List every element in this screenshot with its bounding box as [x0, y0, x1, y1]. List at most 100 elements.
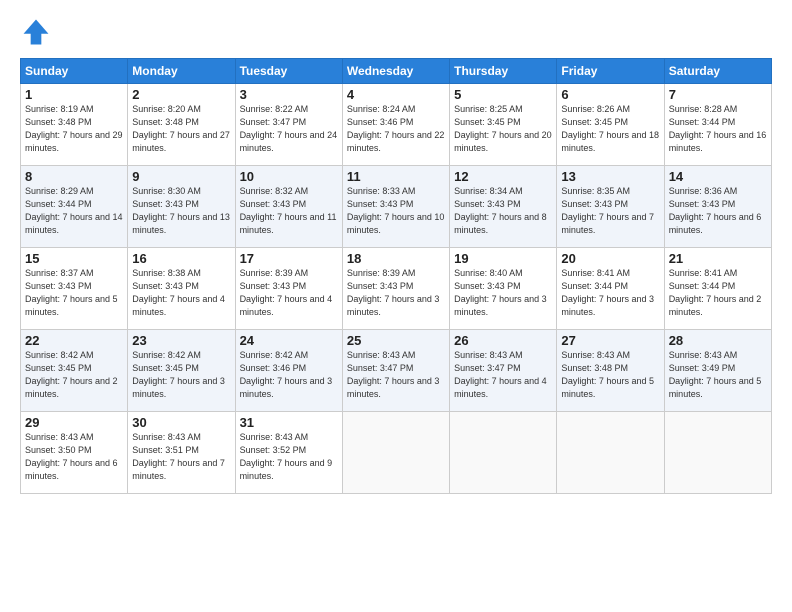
weekday-header: Thursday [450, 59, 557, 84]
weekday-header: Sunday [21, 59, 128, 84]
calendar-cell: 30Sunrise: 8:43 AMSunset: 3:51 PMDayligh… [128, 412, 235, 494]
calendar-cell: 7Sunrise: 8:28 AMSunset: 3:44 PMDaylight… [664, 84, 771, 166]
calendar-cell: 3Sunrise: 8:22 AMSunset: 3:47 PMDaylight… [235, 84, 342, 166]
day-number: 2 [132, 87, 230, 102]
calendar-week-row: 1Sunrise: 8:19 AMSunset: 3:48 PMDaylight… [21, 84, 772, 166]
day-number: 31 [240, 415, 338, 430]
day-number: 21 [669, 251, 767, 266]
day-number: 24 [240, 333, 338, 348]
calendar-cell: 23Sunrise: 8:42 AMSunset: 3:45 PMDayligh… [128, 330, 235, 412]
day-info: Sunrise: 8:41 AMSunset: 3:44 PMDaylight:… [669, 267, 767, 319]
day-number: 9 [132, 169, 230, 184]
day-number: 29 [25, 415, 123, 430]
weekday-header: Friday [557, 59, 664, 84]
calendar-cell [557, 412, 664, 494]
day-number: 23 [132, 333, 230, 348]
day-info: Sunrise: 8:36 AMSunset: 3:43 PMDaylight:… [669, 185, 767, 237]
day-number: 7 [669, 87, 767, 102]
calendar-cell: 20Sunrise: 8:41 AMSunset: 3:44 PMDayligh… [557, 248, 664, 330]
day-info: Sunrise: 8:42 AMSunset: 3:45 PMDaylight:… [132, 349, 230, 401]
calendar-cell: 25Sunrise: 8:43 AMSunset: 3:47 PMDayligh… [342, 330, 449, 412]
day-number: 15 [25, 251, 123, 266]
calendar: SundayMondayTuesdayWednesdayThursdayFrid… [20, 58, 772, 494]
day-info: Sunrise: 8:29 AMSunset: 3:44 PMDaylight:… [25, 185, 123, 237]
day-number: 10 [240, 169, 338, 184]
day-info: Sunrise: 8:22 AMSunset: 3:47 PMDaylight:… [240, 103, 338, 155]
day-number: 25 [347, 333, 445, 348]
calendar-week-row: 22Sunrise: 8:42 AMSunset: 3:45 PMDayligh… [21, 330, 772, 412]
calendar-cell: 17Sunrise: 8:39 AMSunset: 3:43 PMDayligh… [235, 248, 342, 330]
day-info: Sunrise: 8:39 AMSunset: 3:43 PMDaylight:… [347, 267, 445, 319]
calendar-cell: 14Sunrise: 8:36 AMSunset: 3:43 PMDayligh… [664, 166, 771, 248]
calendar-week-row: 15Sunrise: 8:37 AMSunset: 3:43 PMDayligh… [21, 248, 772, 330]
day-number: 4 [347, 87, 445, 102]
day-info: Sunrise: 8:41 AMSunset: 3:44 PMDaylight:… [561, 267, 659, 319]
calendar-week-row: 29Sunrise: 8:43 AMSunset: 3:50 PMDayligh… [21, 412, 772, 494]
day-number: 27 [561, 333, 659, 348]
day-info: Sunrise: 8:20 AMSunset: 3:48 PMDaylight:… [132, 103, 230, 155]
day-info: Sunrise: 8:43 AMSunset: 3:47 PMDaylight:… [454, 349, 552, 401]
calendar-cell: 5Sunrise: 8:25 AMSunset: 3:45 PMDaylight… [450, 84, 557, 166]
day-number: 22 [25, 333, 123, 348]
day-info: Sunrise: 8:39 AMSunset: 3:43 PMDaylight:… [240, 267, 338, 319]
weekday-header: Wednesday [342, 59, 449, 84]
day-number: 30 [132, 415, 230, 430]
day-number: 5 [454, 87, 552, 102]
calendar-cell: 2Sunrise: 8:20 AMSunset: 3:48 PMDaylight… [128, 84, 235, 166]
calendar-cell: 19Sunrise: 8:40 AMSunset: 3:43 PMDayligh… [450, 248, 557, 330]
calendar-cell: 26Sunrise: 8:43 AMSunset: 3:47 PMDayligh… [450, 330, 557, 412]
weekday-header: Tuesday [235, 59, 342, 84]
calendar-cell: 11Sunrise: 8:33 AMSunset: 3:43 PMDayligh… [342, 166, 449, 248]
calendar-cell: 24Sunrise: 8:42 AMSunset: 3:46 PMDayligh… [235, 330, 342, 412]
day-info: Sunrise: 8:43 AMSunset: 3:51 PMDaylight:… [132, 431, 230, 483]
day-info: Sunrise: 8:35 AMSunset: 3:43 PMDaylight:… [561, 185, 659, 237]
calendar-cell: 4Sunrise: 8:24 AMSunset: 3:46 PMDaylight… [342, 84, 449, 166]
day-info: Sunrise: 8:37 AMSunset: 3:43 PMDaylight:… [25, 267, 123, 319]
day-number: 28 [669, 333, 767, 348]
calendar-cell: 31Sunrise: 8:43 AMSunset: 3:52 PMDayligh… [235, 412, 342, 494]
day-info: Sunrise: 8:38 AMSunset: 3:43 PMDaylight:… [132, 267, 230, 319]
calendar-cell [450, 412, 557, 494]
calendar-cell: 22Sunrise: 8:42 AMSunset: 3:45 PMDayligh… [21, 330, 128, 412]
day-info: Sunrise: 8:40 AMSunset: 3:43 PMDaylight:… [454, 267, 552, 319]
day-info: Sunrise: 8:30 AMSunset: 3:43 PMDaylight:… [132, 185, 230, 237]
day-number: 18 [347, 251, 445, 266]
day-info: Sunrise: 8:25 AMSunset: 3:45 PMDaylight:… [454, 103, 552, 155]
weekday-header: Monday [128, 59, 235, 84]
page: SundayMondayTuesdayWednesdayThursdayFrid… [0, 0, 792, 612]
day-number: 13 [561, 169, 659, 184]
day-number: 11 [347, 169, 445, 184]
day-number: 16 [132, 251, 230, 266]
day-info: Sunrise: 8:34 AMSunset: 3:43 PMDaylight:… [454, 185, 552, 237]
calendar-cell: 6Sunrise: 8:26 AMSunset: 3:45 PMDaylight… [557, 84, 664, 166]
day-number: 26 [454, 333, 552, 348]
day-info: Sunrise: 8:43 AMSunset: 3:49 PMDaylight:… [669, 349, 767, 401]
logo [20, 16, 58, 48]
calendar-cell: 21Sunrise: 8:41 AMSunset: 3:44 PMDayligh… [664, 248, 771, 330]
day-info: Sunrise: 8:43 AMSunset: 3:48 PMDaylight:… [561, 349, 659, 401]
day-number: 12 [454, 169, 552, 184]
calendar-cell: 29Sunrise: 8:43 AMSunset: 3:50 PMDayligh… [21, 412, 128, 494]
weekday-header-row: SundayMondayTuesdayWednesdayThursdayFrid… [21, 59, 772, 84]
day-info: Sunrise: 8:24 AMSunset: 3:46 PMDaylight:… [347, 103, 445, 155]
calendar-cell: 18Sunrise: 8:39 AMSunset: 3:43 PMDayligh… [342, 248, 449, 330]
day-info: Sunrise: 8:32 AMSunset: 3:43 PMDaylight:… [240, 185, 338, 237]
calendar-week-row: 8Sunrise: 8:29 AMSunset: 3:44 PMDaylight… [21, 166, 772, 248]
calendar-cell: 10Sunrise: 8:32 AMSunset: 3:43 PMDayligh… [235, 166, 342, 248]
calendar-cell: 28Sunrise: 8:43 AMSunset: 3:49 PMDayligh… [664, 330, 771, 412]
calendar-cell: 16Sunrise: 8:38 AMSunset: 3:43 PMDayligh… [128, 248, 235, 330]
calendar-cell: 1Sunrise: 8:19 AMSunset: 3:48 PMDaylight… [21, 84, 128, 166]
day-number: 8 [25, 169, 123, 184]
day-number: 6 [561, 87, 659, 102]
calendar-cell: 8Sunrise: 8:29 AMSunset: 3:44 PMDaylight… [21, 166, 128, 248]
calendar-cell: 27Sunrise: 8:43 AMSunset: 3:48 PMDayligh… [557, 330, 664, 412]
day-info: Sunrise: 8:26 AMSunset: 3:45 PMDaylight:… [561, 103, 659, 155]
day-number: 1 [25, 87, 123, 102]
calendar-cell [342, 412, 449, 494]
day-info: Sunrise: 8:43 AMSunset: 3:47 PMDaylight:… [347, 349, 445, 401]
calendar-cell: 12Sunrise: 8:34 AMSunset: 3:43 PMDayligh… [450, 166, 557, 248]
logo-icon [20, 16, 52, 48]
calendar-cell: 15Sunrise: 8:37 AMSunset: 3:43 PMDayligh… [21, 248, 128, 330]
day-number: 14 [669, 169, 767, 184]
day-info: Sunrise: 8:42 AMSunset: 3:45 PMDaylight:… [25, 349, 123, 401]
